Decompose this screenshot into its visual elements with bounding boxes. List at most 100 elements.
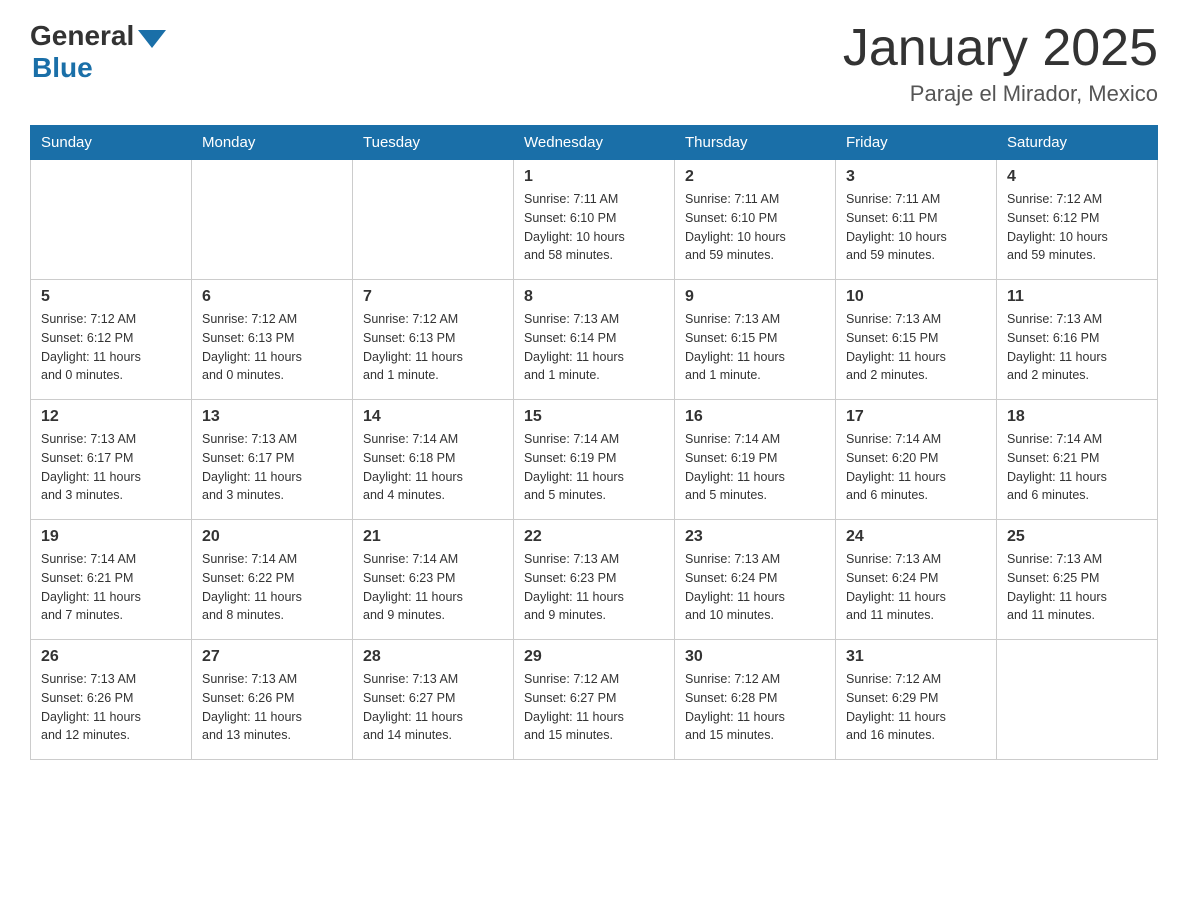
calendar-cell: 7 Sunrise: 7:12 AM Sunset: 6:13 PM Daylig… — [353, 280, 514, 400]
day-info: Sunrise: 7:12 AM Sunset: 6:27 PM Dayligh… — [524, 670, 664, 745]
calendar-cell: 25Sunrise: 7:13 AM Sunset: 6:25 PM Dayli… — [997, 520, 1158, 640]
calendar-cell — [192, 160, 353, 280]
day-number: 8 — [524, 288, 664, 306]
day-info: Sunrise: 7:14 AM Sunset: 6:19 PM Dayligh… — [524, 430, 664, 505]
logo-blue-text: Blue — [32, 52, 93, 84]
day-info: Sunrise: 7:13 AM Sunset: 6:15 PM Dayligh… — [846, 310, 986, 385]
day-info: Sunrise: 7:11 AM Sunset: 6:11 PM Dayligh… — [846, 190, 986, 265]
day-info: Sunrise: 7:12 AM Sunset: 6:12 PM Dayligh… — [1007, 190, 1147, 265]
day-info: Sunrise: 7:14 AM Sunset: 6:22 PM Dayligh… — [202, 550, 342, 625]
day-info: Sunrise: 7:11 AM Sunset: 6:10 PM Dayligh… — [685, 190, 825, 265]
month-title: January 2025 — [843, 20, 1158, 77]
day-info: Sunrise: 7:13 AM Sunset: 6:17 PM Dayligh… — [202, 430, 342, 505]
calendar-cell: 3 Sunrise: 7:11 AM Sunset: 6:11 PM Daylig… — [836, 160, 997, 280]
day-number: 3 — [846, 168, 986, 186]
day-number: 31 — [846, 648, 986, 666]
logo: General Blue — [30, 20, 166, 84]
calendar-cell: 14 Sunrise: 7:14 AM Sunset: 6:18 PM Dayli… — [353, 400, 514, 520]
day-number: 15 — [524, 408, 664, 426]
day-number: 24 — [846, 528, 986, 546]
day-number: 18 — [1007, 408, 1147, 426]
day-info: Sunrise: 7:13 AM Sunset: 6:15 PM Dayligh… — [685, 310, 825, 385]
day-number: 4 — [1007, 168, 1147, 186]
day-number: 1 — [524, 168, 664, 186]
calendar-cell: 17 Sunrise: 7:14 AM Sunset: 6:20 PM Dayli… — [836, 400, 997, 520]
calendar-cell: 9 Sunrise: 7:13 AM Sunset: 6:15 PM Daylig… — [675, 280, 836, 400]
calendar-cell — [997, 640, 1158, 760]
calendar-cell: 31 Sunrise: 7:12 AM Sunset: 6:29 PM Dayli… — [836, 640, 997, 760]
calendar-cell: 4 Sunrise: 7:12 AM Sunset: 6:12 PM Daylig… — [997, 160, 1158, 280]
day-number: 19 — [41, 528, 181, 546]
column-header-friday: Friday — [836, 126, 997, 160]
day-info: Sunrise: 7:12 AM Sunset: 6:29 PM Dayligh… — [846, 670, 986, 745]
calendar-week-row: 26Sunrise: 7:13 AM Sunset: 6:26 PM Dayli… — [31, 640, 1158, 760]
day-number: 22 — [524, 528, 664, 546]
day-number: 7 — [363, 288, 503, 306]
calendar-cell: 26Sunrise: 7:13 AM Sunset: 6:26 PM Dayli… — [31, 640, 192, 760]
calendar-cell: 10 Sunrise: 7:13 AM Sunset: 6:15 PM Dayli… — [836, 280, 997, 400]
day-info: Sunrise: 7:14 AM Sunset: 6:20 PM Dayligh… — [846, 430, 986, 505]
day-number: 28 — [363, 648, 503, 666]
calendar-week-row: 19 Sunrise: 7:14 AM Sunset: 6:21 PM Dayli… — [31, 520, 1158, 640]
day-number: 11 — [1007, 288, 1147, 306]
logo-arrow-icon — [138, 30, 166, 48]
day-info: Sunrise: 7:14 AM Sunset: 6:21 PM Dayligh… — [41, 550, 181, 625]
day-info: Sunrise: 7:12 AM Sunset: 6:12 PM Dayligh… — [41, 310, 181, 385]
day-number: 9 — [685, 288, 825, 306]
calendar-cell: 28 Sunrise: 7:13 AM Sunset: 6:27 PM Dayli… — [353, 640, 514, 760]
calendar-cell: 23Sunrise: 7:13 AM Sunset: 6:24 PM Dayli… — [675, 520, 836, 640]
calendar-cell: 13 Sunrise: 7:13 AM Sunset: 6:17 PM Dayli… — [192, 400, 353, 520]
calendar-cell: 2Sunrise: 7:11 AM Sunset: 6:10 PM Daylig… — [675, 160, 836, 280]
day-info: Sunrise: 7:14 AM Sunset: 6:18 PM Dayligh… — [363, 430, 503, 505]
calendar-header-row: SundayMondayTuesdayWednesdayThursdayFrid… — [31, 126, 1158, 160]
title-block: January 2025 Paraje el Mirador, Mexico — [843, 20, 1158, 107]
calendar-cell: 11 Sunrise: 7:13 AM Sunset: 6:16 PM Dayli… — [997, 280, 1158, 400]
day-info: Sunrise: 7:14 AM Sunset: 6:23 PM Dayligh… — [363, 550, 503, 625]
calendar-cell — [353, 160, 514, 280]
day-info: Sunrise: 7:13 AM Sunset: 6:23 PM Dayligh… — [524, 550, 664, 625]
day-info: Sunrise: 7:13 AM Sunset: 6:24 PM Dayligh… — [846, 550, 986, 625]
day-info: Sunrise: 7:13 AM Sunset: 6:24 PM Dayligh… — [685, 550, 825, 625]
calendar-week-row: 12Sunrise: 7:13 AM Sunset: 6:17 PM Dayli… — [31, 400, 1158, 520]
day-number: 13 — [202, 408, 342, 426]
day-number: 16 — [685, 408, 825, 426]
day-info: Sunrise: 7:11 AM Sunset: 6:10 PM Dayligh… — [524, 190, 664, 265]
day-info: Sunrise: 7:13 AM Sunset: 6:27 PM Dayligh… — [363, 670, 503, 745]
calendar-cell: 27 Sunrise: 7:13 AM Sunset: 6:26 PM Dayli… — [192, 640, 353, 760]
day-info: Sunrise: 7:12 AM Sunset: 6:13 PM Dayligh… — [202, 310, 342, 385]
day-number: 10 — [846, 288, 986, 306]
column-header-sunday: Sunday — [31, 126, 192, 160]
calendar-cell: 12Sunrise: 7:13 AM Sunset: 6:17 PM Dayli… — [31, 400, 192, 520]
day-info: Sunrise: 7:13 AM Sunset: 6:26 PM Dayligh… — [202, 670, 342, 745]
day-info: Sunrise: 7:13 AM Sunset: 6:25 PM Dayligh… — [1007, 550, 1147, 625]
day-number: 30 — [685, 648, 825, 666]
day-number: 29 — [524, 648, 664, 666]
day-info: Sunrise: 7:14 AM Sunset: 6:19 PM Dayligh… — [685, 430, 825, 505]
day-number: 14 — [363, 408, 503, 426]
calendar-cell: 5 Sunrise: 7:12 AM Sunset: 6:12 PM Daylig… — [31, 280, 192, 400]
day-info: Sunrise: 7:14 AM Sunset: 6:21 PM Dayligh… — [1007, 430, 1147, 505]
calendar-cell: 22 Sunrise: 7:13 AM Sunset: 6:23 PM Dayli… — [514, 520, 675, 640]
calendar-table: SundayMondayTuesdayWednesdayThursdayFrid… — [30, 125, 1158, 760]
calendar-cell: 8 Sunrise: 7:13 AM Sunset: 6:14 PM Daylig… — [514, 280, 675, 400]
day-info: Sunrise: 7:13 AM Sunset: 6:17 PM Dayligh… — [41, 430, 181, 505]
column-header-thursday: Thursday — [675, 126, 836, 160]
calendar-cell: 19 Sunrise: 7:14 AM Sunset: 6:21 PM Dayli… — [31, 520, 192, 640]
day-number: 17 — [846, 408, 986, 426]
calendar-cell — [31, 160, 192, 280]
day-number: 27 — [202, 648, 342, 666]
day-info: Sunrise: 7:12 AM Sunset: 6:28 PM Dayligh… — [685, 670, 825, 745]
calendar-cell: 30 Sunrise: 7:12 AM Sunset: 6:28 PM Dayli… — [675, 640, 836, 760]
calendar-cell: 15 Sunrise: 7:14 AM Sunset: 6:19 PM Dayli… — [514, 400, 675, 520]
day-info: Sunrise: 7:13 AM Sunset: 6:16 PM Dayligh… — [1007, 310, 1147, 385]
day-info: Sunrise: 7:13 AM Sunset: 6:26 PM Dayligh… — [41, 670, 181, 745]
calendar-cell: 20 Sunrise: 7:14 AM Sunset: 6:22 PM Dayli… — [192, 520, 353, 640]
calendar-cell: 16 Sunrise: 7:14 AM Sunset: 6:19 PM Dayli… — [675, 400, 836, 520]
column-header-tuesday: Tuesday — [353, 126, 514, 160]
day-number: 21 — [363, 528, 503, 546]
page-header: General Blue January 2025 Paraje el Mira… — [30, 20, 1158, 107]
day-info: Sunrise: 7:12 AM Sunset: 6:13 PM Dayligh… — [363, 310, 503, 385]
day-number: 5 — [41, 288, 181, 306]
day-number: 20 — [202, 528, 342, 546]
day-info: Sunrise: 7:13 AM Sunset: 6:14 PM Dayligh… — [524, 310, 664, 385]
